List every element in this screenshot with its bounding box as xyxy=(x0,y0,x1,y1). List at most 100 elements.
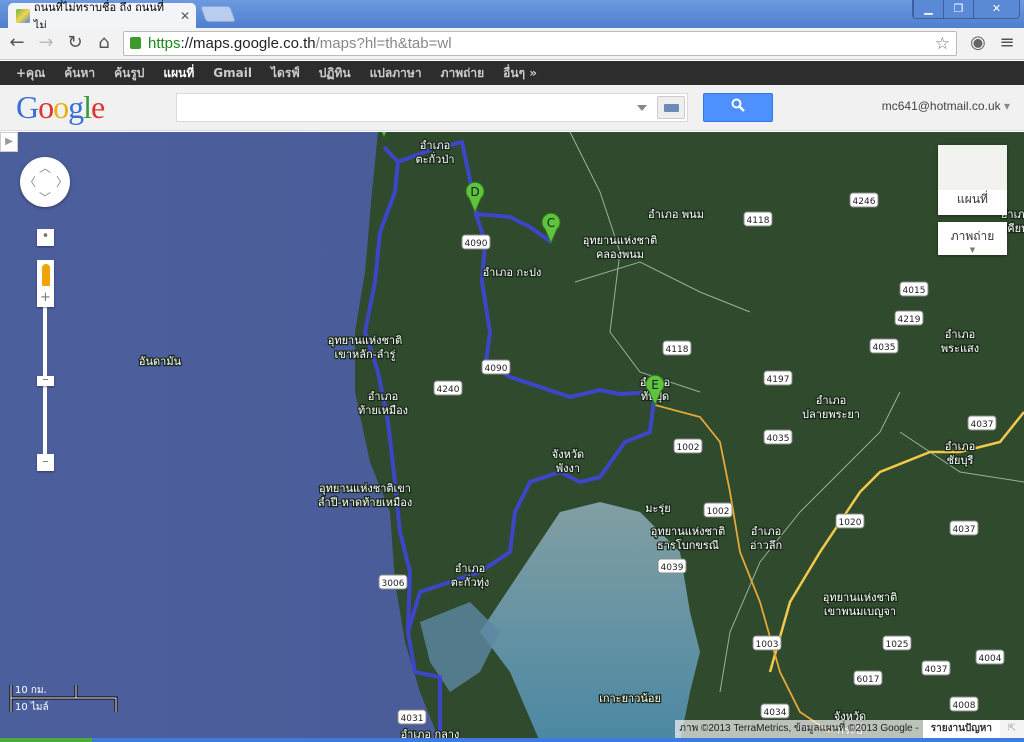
svg-text:4090: 4090 xyxy=(485,364,508,374)
url-host: ://maps.google.co.th xyxy=(180,35,316,52)
map-place-label: เขาพนมเบญจา xyxy=(824,605,896,618)
map-layer-button[interactable]: แผนที่ xyxy=(938,145,1007,215)
gbar-item[interactable]: แผนที่ xyxy=(163,61,194,85)
svg-text:3006: 3006 xyxy=(382,579,405,589)
map-place-label: เขาหลัก-ลำรู่ xyxy=(335,348,396,361)
corner-arrow-icon[interactable]: ⇱ xyxy=(1000,720,1024,738)
map-place-label: ตะกั่วป่า xyxy=(415,151,454,166)
svg-text:4004: 4004 xyxy=(979,654,1002,664)
pan-control[interactable]: ︿ 〈 〉 ﹀ xyxy=(20,157,70,207)
road-number-badge: 4035 xyxy=(869,338,899,354)
attribution-text: ภาพ ©2013 TerraMetrics, ข้อมูลแผนที่ ©20… xyxy=(675,720,923,738)
gbar-item[interactable]: +คุณ xyxy=(16,61,45,85)
svg-text:C: C xyxy=(547,216,555,230)
map-place-label: ธารโบกขรณี xyxy=(657,538,719,552)
google-bar: +คุณ ค้นหา ค้นรูป แผนที่ Gmail ไดรฟ์ ปฏิทิน แปล… xyxy=(0,61,1024,85)
svg-text:4246: 4246 xyxy=(853,197,876,207)
browser-tab[interactable]: ถนนที่ไม่ทราบชื่อ ถึง ถนนที่ไม่ ✕ xyxy=(8,1,196,32)
restore-button[interactable]: ❐ xyxy=(943,0,973,18)
attribution-bar: ภาพ ©2013 TerraMetrics, ข้อมูลแผนที่ ©20… xyxy=(675,720,1024,738)
road-number-badge: 4037 xyxy=(921,660,951,676)
gbar-item[interactable]: อื่นๆ » xyxy=(503,61,537,85)
svg-text:1020: 1020 xyxy=(839,518,862,528)
svg-text:4037: 4037 xyxy=(953,525,976,535)
map-place-label: ชัยบุรี xyxy=(947,454,974,467)
dropdown-arrow-icon[interactable] xyxy=(637,105,647,116)
satellite-layer-button[interactable]: ภาพถ่าย ▼ xyxy=(938,222,1007,255)
map-place-label: อำเภอ xyxy=(945,440,975,453)
gbar-item[interactable]: ภาพถ่าย xyxy=(441,61,485,85)
gbar-item[interactable]: แปลภาษา xyxy=(370,61,422,85)
svg-text:6017: 6017 xyxy=(857,675,880,685)
gbar-item[interactable]: ค้นรูป xyxy=(114,61,144,85)
map-place-label: พังงา xyxy=(556,462,580,475)
taskbar-strip xyxy=(0,738,1024,742)
map-place-label: อำเภอ xyxy=(945,328,975,341)
road-number-badge: 4004 xyxy=(975,649,1005,665)
location-button[interactable]: • xyxy=(37,229,54,246)
gbar-item[interactable]: ไดรฟ์ xyxy=(271,61,300,85)
address-bar[interactable]: https://maps.google.co.th/maps?hl=th&tab… xyxy=(123,31,957,56)
map-place-label: ตะกั่วทุ่ง xyxy=(451,574,490,589)
map-canvas[interactable]: อำเภอ ตะกั่วป่า อำเภอ พนม อุทยานแห่งชาติ คลอ… xyxy=(0,132,1024,742)
gbar-item[interactable]: ปฏิทิน xyxy=(319,61,351,85)
report-problem-link[interactable]: รายงานปัญหา xyxy=(922,720,1000,738)
map-place-label: คลองพนม xyxy=(596,248,644,261)
pan-down-icon[interactable]: ﹀ xyxy=(39,189,51,206)
map-place-label: อำเภอ xyxy=(368,390,398,403)
keyboard-icon[interactable] xyxy=(657,96,685,119)
road-number-badge: 1002 xyxy=(703,502,733,518)
map-place-label: อุทยานแห่งชาติ xyxy=(583,234,658,247)
road-number-badge: 4197 xyxy=(763,370,793,386)
close-window-button[interactable]: ✕ xyxy=(973,0,1019,18)
gbar-item[interactable]: ค้นหา xyxy=(64,61,95,85)
svg-text:4031: 4031 xyxy=(401,714,424,724)
map-place-label: อันดามัน xyxy=(139,355,182,368)
pan-up-icon[interactable]: ︿ xyxy=(39,159,51,176)
reload-icon[interactable]: ↻ xyxy=(63,32,87,53)
svg-text:4039: 4039 xyxy=(661,563,684,573)
account-menu[interactable]: mc641@hotmail.co.uk ▾ xyxy=(882,99,1010,113)
map-place-label: อำเภอ xyxy=(751,525,781,538)
road-number-badge: 4090 xyxy=(461,234,491,250)
map-place-label: มะรุ่ย xyxy=(645,502,671,515)
url-scheme: https xyxy=(148,35,181,52)
map-place-label: อ่าวลึก xyxy=(750,539,782,552)
svg-text:1003: 1003 xyxy=(756,640,779,650)
pan-left-icon[interactable]: 〈 xyxy=(24,173,36,190)
zoom-out-button[interactable]: – xyxy=(37,454,54,471)
road-number-badge: 1020 xyxy=(835,513,865,529)
svg-text:4037: 4037 xyxy=(971,420,994,430)
search-input[interactable] xyxy=(176,93,688,122)
collapse-panel-button[interactable]: ▶ xyxy=(0,132,18,152)
browser-toolbar: ← → ↻ ⌂ https://maps.google.co.th/maps?h… xyxy=(0,28,1024,60)
gbar-item[interactable]: Gmail xyxy=(213,61,252,85)
svg-text:4035: 4035 xyxy=(873,343,896,353)
close-tab-icon[interactable]: ✕ xyxy=(180,9,190,23)
bookmark-star-icon[interactable]: ☆ xyxy=(935,32,950,55)
google-logo[interactable]: Google xyxy=(16,89,105,126)
new-tab-button[interactable] xyxy=(200,6,236,22)
zoom-slider-handle[interactable]: – xyxy=(37,373,54,386)
map-place-label: อุทยานแห่งชาติ xyxy=(651,525,726,538)
road-number-badge: 4039 xyxy=(657,558,687,574)
road-number-badge: 4090 xyxy=(481,359,511,375)
map-layer-label: แผนที่ xyxy=(957,192,988,206)
extension-icon[interactable]: ◉ xyxy=(966,32,990,53)
back-icon[interactable]: ← xyxy=(5,32,29,53)
home-icon[interactable]: ⌂ xyxy=(92,32,116,53)
svg-text:4037: 4037 xyxy=(925,665,948,675)
minimize-button[interactable]: ▁ xyxy=(913,0,943,18)
map-place-label: อุทยานแห่งชาติ xyxy=(823,591,898,604)
pegman-icon[interactable] xyxy=(37,260,54,290)
account-email: mc641@hotmail.co.uk xyxy=(881,99,1001,113)
search-button[interactable] xyxy=(703,93,773,122)
road-number-badge: 4219 xyxy=(894,310,924,326)
svg-text:4118: 4118 xyxy=(747,216,770,226)
title-bar: ถนนที่ไม่ทราบชื่อ ถึง ถนนที่ไม่ ✕ ▁ ❐ ✕ xyxy=(0,0,1024,32)
menu-icon[interactable]: ≡ xyxy=(995,32,1019,53)
zoom-in-button[interactable]: + xyxy=(37,290,54,307)
forward-icon[interactable]: → xyxy=(34,32,58,53)
pan-right-icon[interactable]: 〉 xyxy=(56,173,68,190)
svg-text:4015: 4015 xyxy=(903,286,926,296)
